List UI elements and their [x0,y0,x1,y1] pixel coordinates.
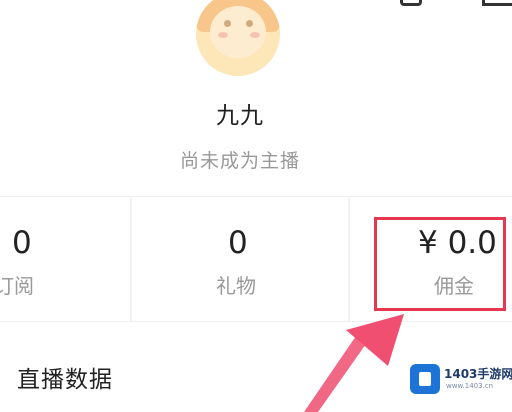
avatar-eye [246,20,253,27]
edit-icon[interactable] [400,0,422,6]
profile-screen: 九九 尚未成为主播 0 订阅 0 礼物 ¥ 0.0 佣金 直播数据 1403手游… [0,0,512,412]
avatar-cheek [218,32,228,38]
commission-highlight-box [374,217,506,311]
live-data-section-title: 直播数据 [17,367,113,393]
watermark-logo-icon [410,364,440,394]
stat-subscriptions[interactable]: 0 订阅 [0,197,130,321]
stat-gifts[interactable]: 0 礼物 [132,197,348,321]
streamer-status: 尚未成为主播 [179,150,300,172]
settings-icon[interactable] [482,0,512,6]
watermark-name: 1403手游网 [444,367,512,381]
gifts-count: 0 [228,225,248,261]
avatar-cheek [250,32,260,38]
subscriptions-label: 订阅 [0,274,34,298]
avatar[interactable] [196,0,280,76]
subscriptions-count: 0 [12,225,32,261]
watermark-url: www.1403.cn [446,382,494,390]
arrow-shaft [304,336,366,412]
avatar-eye [224,20,231,27]
gifts-label: 礼物 [216,274,256,298]
username: 九九 [216,103,264,129]
site-watermark: 1403手游网 www.1403.cn [410,362,512,398]
